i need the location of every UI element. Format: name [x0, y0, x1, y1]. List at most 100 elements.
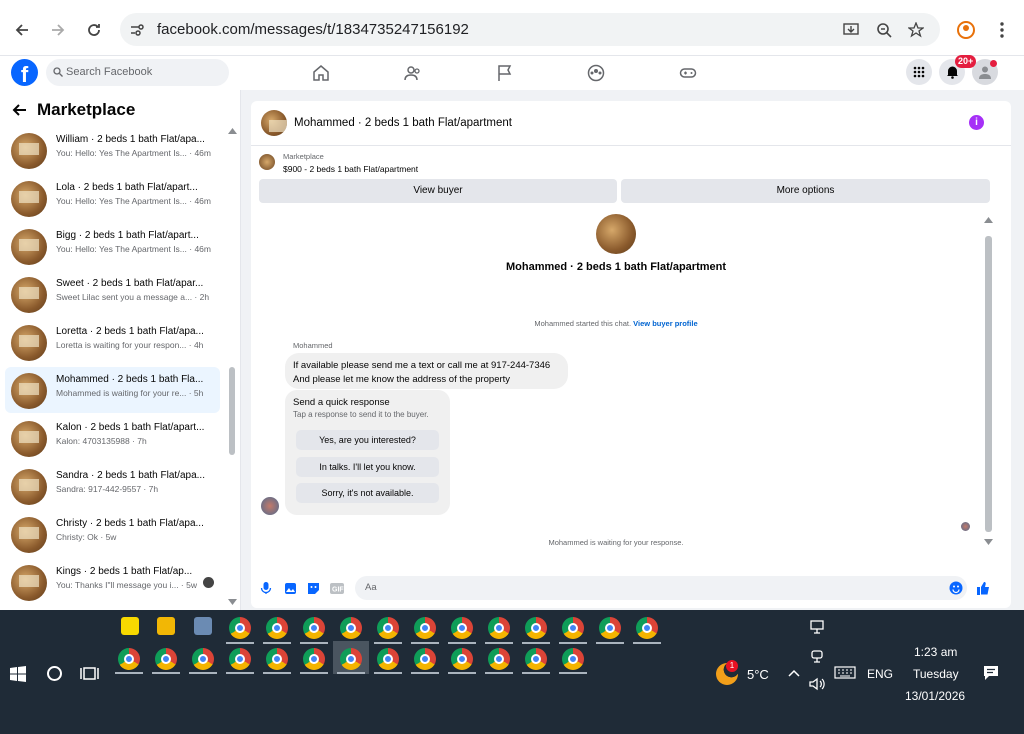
reload-icon[interactable]	[82, 18, 106, 42]
menu-kebab-icon[interactable]	[990, 18, 1014, 42]
chrome-window-icon[interactable]	[266, 617, 288, 639]
thread-scroll-up-icon[interactable]	[984, 216, 993, 223]
info-icon[interactable]: i	[969, 115, 984, 130]
gaming-icon[interactable]	[678, 63, 698, 83]
search-icon	[53, 67, 63, 77]
conversation-item[interactable]: Loretta · 2 beds 1 bath Flat/apa... Loret…	[5, 319, 220, 365]
conversation-item[interactable]: Kings · 2 beds 1 bath Flat/ap... You: Tha…	[5, 559, 220, 605]
quick-reply-not-available[interactable]: Sorry, it's not available.	[296, 483, 439, 503]
emoji-icon[interactable]	[949, 581, 963, 595]
network-icon[interactable]	[809, 620, 825, 634]
chat-header-avatar[interactable]	[261, 110, 287, 136]
chrome-window-icon[interactable]	[636, 617, 658, 639]
conversation-item[interactable]: William · 2 beds 1 bath Flat/apa... You: …	[5, 127, 220, 173]
chrome-window-icon[interactable]	[155, 648, 177, 670]
sender-avatar[interactable]	[261, 497, 279, 515]
message-input[interactable]: Aa	[355, 576, 967, 600]
chrome-window-icon[interactable]	[451, 648, 473, 670]
zoom-icon[interactable]	[875, 21, 893, 39]
view-buyer-button[interactable]: View buyer	[259, 179, 617, 203]
site-info-icon[interactable]	[128, 21, 146, 39]
microphone-icon[interactable]	[259, 581, 273, 595]
task-view-icon[interactable]	[80, 665, 99, 682]
app-icon[interactable]	[194, 617, 212, 635]
photo-icon[interactable]	[283, 581, 297, 595]
install-app-icon[interactable]	[842, 21, 860, 39]
address-bar[interactable]: facebook.com/messages/t/1834735247156192	[120, 13, 940, 46]
chrome-window-icon[interactable]	[340, 617, 362, 639]
chrome-window-icon[interactable]	[451, 617, 473, 639]
language-indicator[interactable]: ENG	[867, 667, 893, 681]
tray-chevron-icon[interactable]	[788, 669, 800, 677]
clock-date[interactable]: 13/01/2026	[905, 689, 965, 703]
conversation-item[interactable]: Kalon · 2 beds 1 bath Flat/apart... Kalon…	[5, 415, 220, 461]
listing-thumbnail	[259, 154, 275, 170]
windows-start-icon[interactable]	[10, 666, 26, 682]
profile-icon[interactable]	[954, 18, 978, 42]
conversation-item[interactable]: Sandra · 2 beds 1 bath Flat/apa... Sandra…	[5, 463, 220, 509]
thread-scroll-down-icon[interactable]	[984, 539, 993, 546]
chrome-window-icon[interactable]	[266, 648, 288, 670]
conversation-item[interactable]: Mohammed · 2 beds 1 bath Fla... Mohammed …	[5, 367, 220, 413]
chrome-window-icon[interactable]	[303, 617, 325, 639]
chrome-window-icon[interactable]	[525, 648, 547, 670]
conversation-item[interactable]: Christy · 2 beds 1 bath Flat/apa... Chris…	[5, 511, 220, 557]
chrome-window-icon[interactable]	[488, 617, 510, 639]
chrome-window-icon[interactable]	[414, 617, 436, 639]
chrome-window-icon[interactable]	[377, 617, 399, 639]
conversation-item[interactable]: Sweet · 2 beds 1 bath Flat/apar... Sweet …	[5, 271, 220, 317]
menu-grid-icon[interactable]	[906, 59, 932, 85]
keyboard-icon[interactable]	[834, 666, 856, 679]
chat-header-title[interactable]: Mohammed · 2 beds 1 bath Flat/apartment	[294, 117, 512, 129]
friends-icon[interactable]	[403, 63, 423, 83]
conversation-snippet: Mohammed is waiting for your re... · 5h	[56, 388, 204, 398]
chrome-window-icon[interactable]	[229, 617, 251, 639]
sidebar-scrollbar[interactable]	[229, 367, 235, 455]
back-arrow-icon[interactable]	[12, 102, 28, 118]
chrome-window-icon[interactable]	[488, 648, 510, 670]
scroll-up-icon[interactable]	[228, 127, 237, 134]
volume-icon[interactable]	[809, 677, 826, 691]
conversation-name: Sandra · 2 beds 1 bath Flat/apa...	[56, 470, 205, 481]
chrome-window-icon[interactable]	[599, 617, 621, 639]
weather-temp[interactable]: 5°C	[747, 667, 769, 682]
search-input[interactable]: Search Facebook	[46, 59, 229, 86]
gif-icon[interactable]: GIF	[330, 581, 344, 595]
view-buyer-profile-link[interactable]: View buyer profile	[633, 319, 697, 328]
clock-time[interactable]: 1:23 am	[914, 645, 957, 659]
meet-now-icon[interactable]	[810, 648, 824, 664]
bookmark-star-icon[interactable]	[907, 21, 925, 39]
conversation-item[interactable]: Bigg · 2 beds 1 bath Flat/apart... You: H…	[5, 223, 220, 269]
notification-center-icon[interactable]	[983, 665, 999, 681]
chrome-window-icon[interactable]	[118, 648, 140, 670]
chrome-window-icon[interactable]	[414, 648, 436, 670]
clock-day[interactable]: Tuesday	[913, 667, 959, 681]
pages-flag-icon[interactable]	[495, 63, 515, 83]
sticky-notes-icon[interactable]	[121, 617, 139, 635]
sticker-icon[interactable]	[306, 581, 320, 595]
forward-icon[interactable]	[46, 18, 70, 42]
chat-started-notice: Mohammed started this chat. View buyer p…	[251, 319, 981, 328]
search-circle-icon[interactable]	[46, 665, 63, 682]
back-icon[interactable]	[10, 18, 34, 42]
chrome-window-icon[interactable]	[525, 617, 547, 639]
chrome-window-icon[interactable]	[303, 648, 325, 670]
chrome-window-icon[interactable]	[562, 617, 584, 639]
more-options-button[interactable]: More options	[621, 179, 990, 203]
thread-scrollbar[interactable]	[985, 236, 992, 532]
groups-icon[interactable]	[586, 63, 606, 83]
chrome-window-icon[interactable]	[229, 648, 251, 670]
quick-reply-in-talks[interactable]: In talks. I'll let you know.	[296, 457, 439, 477]
chrome-window-icon[interactable]	[562, 648, 584, 670]
scroll-down-icon[interactable]	[228, 599, 237, 606]
file-explorer-icon[interactable]	[157, 617, 175, 635]
conversation-item[interactable]: Lola · 2 beds 1 bath Flat/apart... You: H…	[5, 175, 220, 221]
chrome-window-icon[interactable]	[340, 648, 362, 670]
quick-reply-interested[interactable]: Yes, are you interested?	[296, 430, 439, 450]
chrome-window-icon[interactable]	[192, 648, 214, 670]
chat-header: Mohammed · 2 beds 1 bath Flat/apartment …	[251, 101, 1011, 146]
home-icon[interactable]	[311, 63, 331, 83]
facebook-logo[interactable]: f	[11, 59, 38, 86]
like-thumb-icon[interactable]	[976, 581, 990, 595]
chrome-window-icon[interactable]	[377, 648, 399, 670]
